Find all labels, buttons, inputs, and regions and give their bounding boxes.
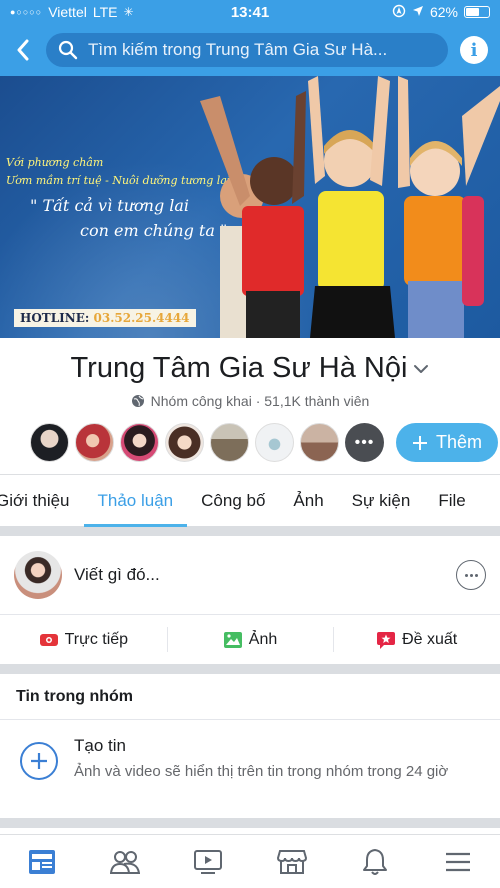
add-member-button[interactable]: Thêm xyxy=(396,423,499,462)
search-placeholder: Tìm kiếm trong Trung Tâm Gia Sư Hà... xyxy=(88,40,388,59)
nav-news-feed[interactable] xyxy=(12,835,72,888)
create-story-description: Ảnh và video sẽ hiển thị trên tin trong … xyxy=(74,763,449,780)
nav-notifications[interactable] xyxy=(345,835,405,888)
group-privacy-members: Nhóm công khai · 51,1K thành viên xyxy=(150,393,370,409)
recommend-button[interactable]: Đề xuất xyxy=(333,615,500,664)
info-icon: i xyxy=(470,39,478,61)
plus-icon xyxy=(413,435,427,450)
recommend-label: Đề xuất xyxy=(402,630,458,648)
group-meta: Nhóm công khai · 51,1K thành viên xyxy=(0,393,500,409)
video-icon xyxy=(194,849,223,874)
globe-icon xyxy=(131,395,144,407)
tab-files[interactable]: File xyxy=(424,475,479,527)
photo-button[interactable]: Ảnh xyxy=(166,615,334,664)
nav-bar: Tìm kiếm trong Trung Tâm Gia Sư Hà... i xyxy=(0,24,500,76)
loading-icon: ✳ xyxy=(123,5,134,19)
battery-fill xyxy=(466,8,479,16)
member-avatar[interactable] xyxy=(210,423,249,462)
search-input[interactable]: Tìm kiếm trong Trung Tâm Gia Sư Hà... xyxy=(46,33,448,67)
cover-text-line: Với phương châm xyxy=(6,156,104,169)
member-avatar[interactable] xyxy=(30,423,69,462)
chevron-left-icon xyxy=(17,39,29,61)
tab-about[interactable]: Giới thiệu xyxy=(0,475,84,527)
live-button[interactable]: Trực tiếp xyxy=(0,615,167,664)
bell-icon xyxy=(362,848,387,875)
hotline-number: 03.52.25.4444 xyxy=(93,311,190,325)
carrier-label: Viettel xyxy=(48,4,87,20)
photo-icon xyxy=(223,631,242,648)
member-avatar[interactable] xyxy=(165,423,204,462)
post-composer[interactable]: Viết gì đó... xyxy=(0,536,500,614)
nav-marketplace[interactable] xyxy=(262,835,322,888)
create-story-row[interactable]: Tạo tin Ảnh và video sẽ hiển thị trên ti… xyxy=(0,720,500,818)
photo-label: Ảnh xyxy=(248,630,278,648)
group-name: Trung Tâm Gia Sư Hà Nội xyxy=(70,352,408,384)
composer-placeholder: Viết gì đó... xyxy=(74,565,160,584)
status-right: 62% xyxy=(392,4,490,21)
info-button[interactable]: i xyxy=(460,36,488,64)
nav-watch[interactable] xyxy=(178,835,238,888)
recommend-icon xyxy=(377,631,396,649)
search-icon xyxy=(58,40,78,60)
cover-text-line: " Tất cả vì tương lai xyxy=(30,196,190,215)
groups-icon xyxy=(109,850,140,874)
network-label: LTE xyxy=(92,4,118,20)
live-label: Trực tiếp xyxy=(64,630,129,648)
marketplace-icon xyxy=(276,849,307,874)
live-icon xyxy=(39,633,58,646)
add-story-icon xyxy=(20,742,58,780)
member-avatar[interactable] xyxy=(255,423,294,462)
menu-icon xyxy=(446,852,471,871)
add-member-label: Thêm xyxy=(436,432,483,452)
bottom-navigation xyxy=(0,834,500,888)
status-left: ●○○○○ Viettel LTE ✳ xyxy=(10,4,134,20)
battery-icon xyxy=(464,6,490,18)
create-story-title: Tạo tin xyxy=(74,736,126,755)
user-avatar xyxy=(14,551,62,599)
member-avatar[interactable] xyxy=(120,423,159,462)
chevron-down-icon xyxy=(414,364,429,373)
more-members-icon[interactable]: ••• xyxy=(345,423,384,462)
create-story-text: Tạo tin Ảnh và video sẽ hiển thị trên ti… xyxy=(74,736,448,782)
more-options-button[interactable] xyxy=(456,560,486,590)
section-divider xyxy=(0,818,500,828)
status-bar: ●○○○○ Viettel LTE ✳ 13:41 62% xyxy=(0,0,500,24)
group-tabs: Giới thiệu Thảo luận Công bố Ảnh Sự kiện… xyxy=(0,474,500,527)
location-icon xyxy=(392,4,406,21)
hotline-label: HOTLINE: xyxy=(20,311,94,325)
member-avatar[interactable] xyxy=(300,423,339,462)
nav-menu[interactable] xyxy=(428,835,488,888)
section-divider xyxy=(0,526,500,536)
back-button[interactable] xyxy=(12,35,34,65)
nav-groups[interactable] xyxy=(95,835,155,888)
cover-text-line: Ươm mầm trí tuệ - Nuôi dưỡng tương lai xyxy=(6,174,231,187)
news-feed-icon xyxy=(28,849,55,874)
group-name-row[interactable]: Trung Tâm Gia Sư Hà Nội xyxy=(0,352,500,385)
signal-icon: ●○○○○ xyxy=(10,7,43,17)
children-illustration xyxy=(200,76,500,338)
section-divider xyxy=(0,664,500,674)
battery-percent: 62% xyxy=(429,4,458,20)
group-stories-title: Tin trong nhóm xyxy=(0,674,500,720)
member-avatars: ••• Thêm xyxy=(0,423,500,462)
tab-photos[interactable]: Ảnh xyxy=(279,475,337,527)
hotline-banner: HOTLINE: 03.52.25.4444 xyxy=(14,309,196,327)
tab-discussion[interactable]: Thảo luận xyxy=(83,475,188,527)
tab-events[interactable]: Sự kiện xyxy=(338,475,425,527)
composer-actions: Trực tiếp Ảnh Đề xuất xyxy=(0,614,500,664)
location-arrow-icon xyxy=(412,4,424,20)
member-avatar[interactable] xyxy=(75,423,114,462)
tab-announcements[interactable]: Công bố xyxy=(187,475,279,527)
cover-photo[interactable]: Với phương châm Ươm mầm trí tuệ - Nuôi d… xyxy=(0,76,500,338)
